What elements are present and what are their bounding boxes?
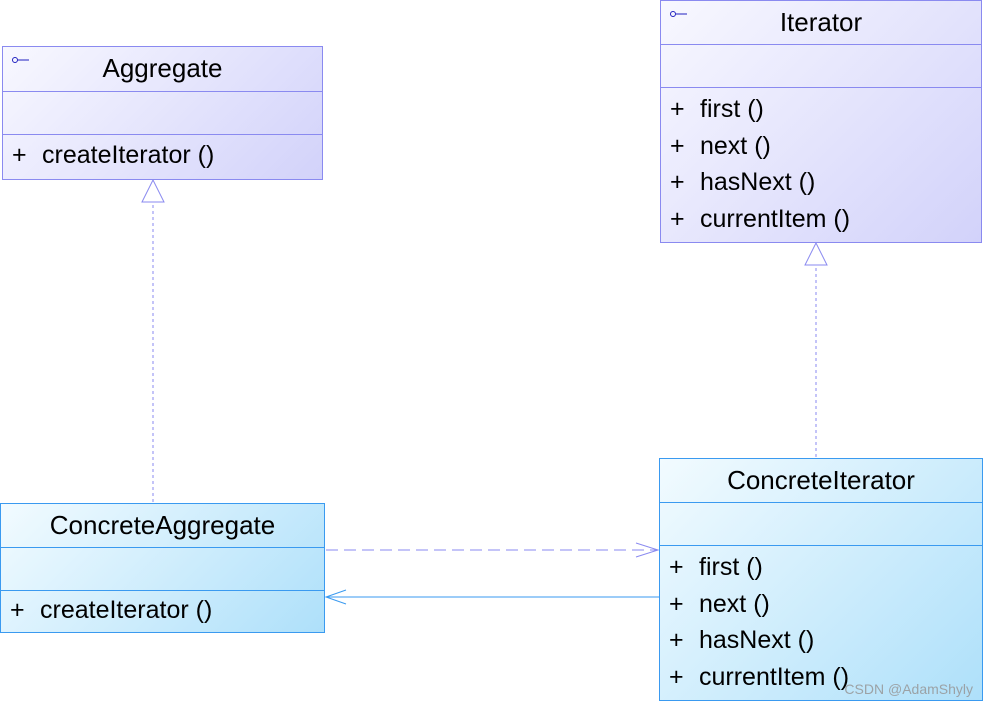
operation: + first () — [670, 95, 764, 123]
operation: + createIterator () — [10, 596, 213, 624]
class-header: ConcreteAggregate — [1, 504, 324, 547]
operation: + next () — [669, 589, 770, 618]
operations-section: + createIterator () — [1, 590, 324, 629]
attributes-section — [3, 91, 322, 134]
class-name: ConcreteIterator — [727, 465, 915, 495]
class-name: Iterator — [779, 7, 863, 37]
class-name: ConcreteAggregate — [49, 510, 276, 540]
operation: + currentItem () — [670, 204, 851, 233]
class-name: Aggregate — [102, 53, 223, 83]
interface-icon — [12, 57, 29, 63]
class-aggregate[interactable]: Aggregate + createIterator () — [2, 46, 323, 180]
attributes-section — [660, 502, 982, 545]
dependency-arrow — [326, 542, 660, 558]
realization-concreteaggregate-aggregate — [141, 178, 165, 502]
watermark: CSDN @AdamShyly — [844, 681, 973, 697]
operation: + hasNext () — [670, 168, 816, 196]
realization-concreteiterator-iterator — [804, 241, 828, 457]
class-header: Iterator — [661, 1, 981, 44]
operation: + next () — [670, 131, 771, 160]
operations-section: + first () + next () + hasNext () + currentI… — [660, 545, 982, 695]
operation: + hasNext () — [669, 626, 815, 654]
attributes-section — [661, 44, 981, 87]
operations-section: + first () + next () + hasNext () + currentI… — [661, 87, 981, 237]
interface-icon — [670, 11, 687, 17]
operation: + createIterator () — [12, 141, 215, 169]
association-arrow — [324, 589, 659, 605]
class-header: Aggregate — [3, 47, 322, 91]
class-iterator[interactable]: Iterator + first () + next () + hasNext () … — [660, 0, 982, 243]
operation: + first () — [669, 553, 763, 581]
class-concrete-iterator[interactable]: ConcreteIterator + first () + next () + has… — [659, 458, 983, 701]
class-concrete-aggregate[interactable]: ConcreteAggregate + createIterator () — [0, 503, 325, 633]
attributes-section — [1, 547, 324, 590]
class-header: ConcreteIterator — [660, 459, 982, 502]
operations-section: + createIterator () — [3, 134, 322, 174]
